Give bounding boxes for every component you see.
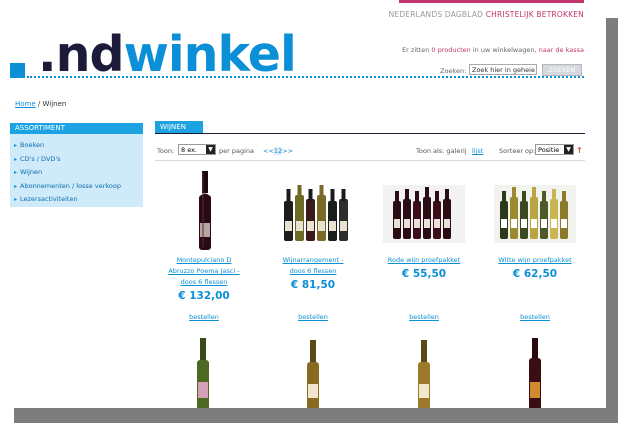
pager: <<12>> [263, 147, 293, 155]
cart-status: Er zitten 0 producten in uw winkelwagen,… [402, 46, 584, 54]
pager-prev[interactable]: << [263, 147, 274, 155]
breadcrumb-current: Wijnen [42, 100, 67, 108]
sort-label: Sorteer op: [499, 147, 536, 155]
sparkling-wine-bottle-icon [197, 338, 209, 408]
per-page-label: per pagina [219, 147, 255, 155]
checkout-link[interactable]: naar de kassa [539, 46, 584, 54]
search-button[interactable]: ZOEKEN [542, 64, 582, 76]
sort-select[interactable]: Positie ▼ [535, 144, 574, 155]
product-price: € 62,50 [512, 268, 558, 280]
product-card: Rode wijn proefpakket € 55,50 [375, 165, 473, 280]
show-label: Toon: [157, 147, 175, 155]
sidebar-assortment: ASSORTIMENT Boeken CD's / DVD's Wijnen A… [10, 123, 143, 207]
chevron-down-icon: ▼ [206, 145, 215, 154]
order-button[interactable]: bestellen [264, 313, 362, 321]
newspaper-link[interactable]: NEDERLANDS DAGBLAD CHRISTELIJK BETROKKEN [389, 10, 584, 19]
search-label: Zoeken: [440, 67, 467, 75]
six-wine-bottles-icon[interactable] [264, 165, 362, 255]
sidebar-item-cds-dvds[interactable]: CD's / DVD's [14, 153, 143, 167]
breadcrumb-separator: / [37, 100, 41, 108]
product-price: € 81,50 [290, 279, 336, 291]
view-mode-label: Toon als: galerij [416, 147, 467, 155]
white-wine-bottle-icon [418, 340, 430, 408]
section-title-tab: WIJNEN [155, 121, 203, 133]
single-red-wine-bottle-icon[interactable] [155, 165, 253, 255]
order-button[interactable]: bestellen [486, 313, 584, 321]
chevron-down-icon: ▼ [564, 145, 573, 154]
pager-current[interactable]: 12 [273, 147, 283, 155]
product-name-link[interactable]: doos 6 flessen [155, 277, 253, 288]
pager-next[interactable]: >> [282, 147, 293, 155]
cart-text-2: in uw winkelwagen, [472, 46, 537, 54]
breadcrumb-home-link[interactable]: Home [15, 100, 36, 108]
red-wine-bottle-icon [529, 338, 541, 408]
product-name-link[interactable]: Wijnarrangement - [264, 255, 362, 266]
sidebar-item-lezersactiviteiten[interactable]: Lezersactiviteiten [14, 193, 143, 207]
toolbar-divider [155, 160, 585, 161]
sidebar-title: ASSORTIMENT [10, 123, 143, 134]
per-page-value: 8 ex. [181, 146, 197, 154]
newspaper-tagline[interactable]: CHRISTELIJK BETROKKEN [486, 10, 584, 19]
cart-text: Er zitten [402, 46, 430, 54]
product-card: Wijnarrangement - doos 6 flessen € 81,50 [264, 165, 362, 291]
search-input[interactable]: Zoek hier in geheie [469, 64, 537, 75]
logo-winkel: winkel [123, 26, 297, 83]
page-shadow-bottom [14, 408, 618, 423]
sidebar-item-boeken[interactable]: Boeken [14, 139, 143, 153]
sort-value: Positie [538, 146, 560, 154]
product-price: € 55,50 [401, 268, 447, 280]
product-name-link[interactable]: Montepulciano D [155, 255, 253, 266]
product-card: Witte wijn proefpakket € 62,50 [486, 165, 584, 280]
top-accent-bar [399, 0, 584, 3]
product-name-link[interactable]: Witte wijn proefpakket [486, 255, 584, 266]
breadcrumb: Home / Wijnen [15, 100, 66, 108]
product-card: Montepulciano D Abruzzo Poema Jasci - do… [155, 165, 253, 302]
per-page-select[interactable]: 8 ex. ▼ [178, 144, 216, 155]
page-shadow-right [606, 18, 618, 423]
product-price: € 132,00 [178, 290, 230, 302]
logo-nd: .nd [38, 26, 125, 83]
page: NEDERLANDS DAGBLAD CHRISTELIJK BETROKKEN… [0, 0, 606, 408]
header-dotted-divider [27, 76, 584, 78]
next-row-products [197, 338, 541, 408]
red-wine-bottles-icon[interactable] [375, 165, 473, 255]
white-wine-bottle-icon [307, 340, 319, 408]
section-divider [155, 133, 585, 134]
white-wine-bottles-icon[interactable] [486, 165, 584, 255]
sort-direction-icon[interactable]: ↑ [576, 146, 583, 155]
order-button[interactable]: bestellen [155, 313, 253, 321]
product-name-link[interactable]: Rode wijn proefpakket [375, 255, 473, 266]
sidebar-item-wijnen[interactable]: Wijnen [14, 166, 143, 180]
newspaper-name[interactable]: NEDERLANDS DAGBLAD [389, 10, 484, 19]
cart-count-link[interactable]: 0 producten [431, 46, 470, 54]
product-name-link[interactable]: Abruzzo Poema Jasci - [155, 266, 253, 277]
listing-toolbar: Toon: 8 ex. ▼ per pagina <<12>> Toon als… [157, 143, 585, 159]
product-name-link[interactable]: doos 6 flessen [264, 266, 362, 277]
view-list-link[interactable]: lijst [472, 147, 483, 155]
sidebar-item-abonnementen[interactable]: Abonnementen / losse verkoop [14, 180, 143, 194]
order-button[interactable]: bestellen [375, 313, 473, 321]
logo-square-icon [10, 63, 25, 78]
